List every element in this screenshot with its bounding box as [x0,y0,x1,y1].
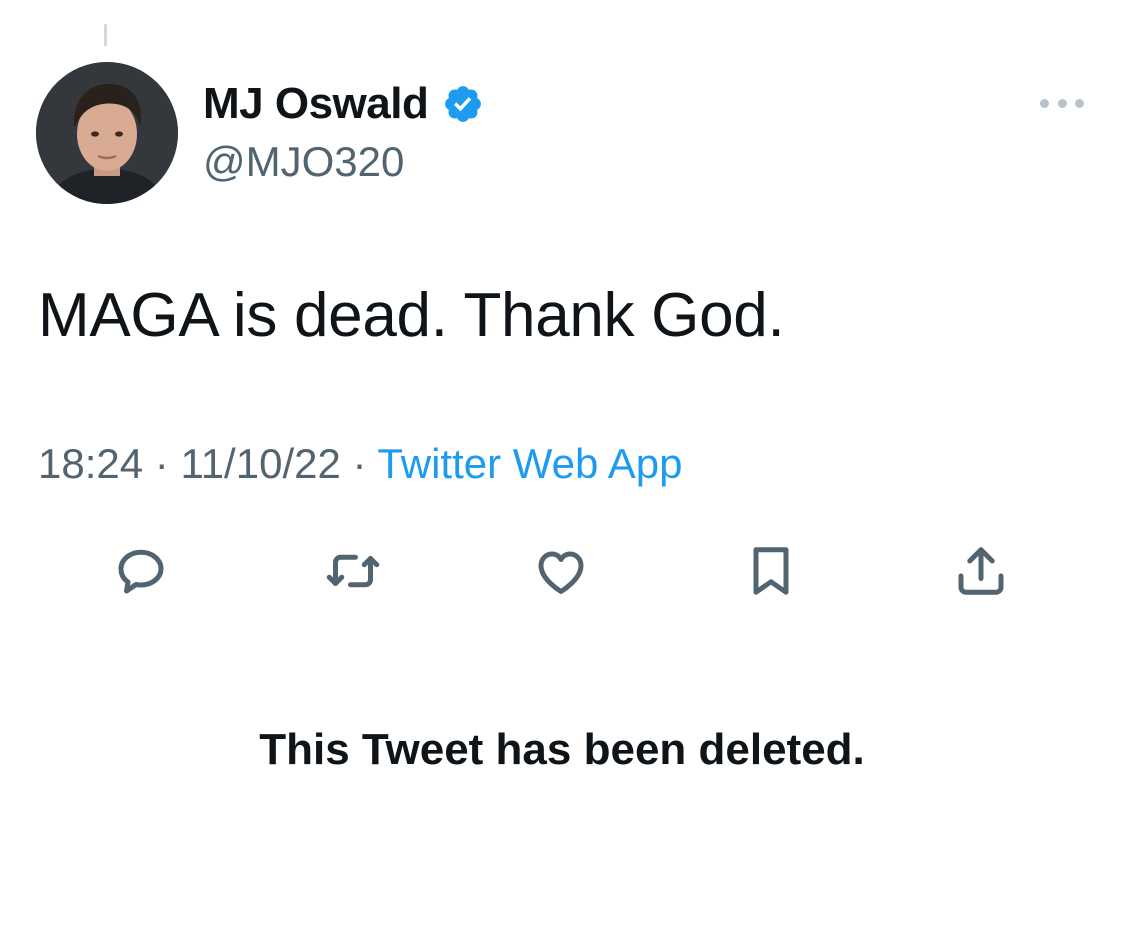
deleted-tweet-notice: This Tweet has been deleted. [259,725,865,774]
like-icon[interactable] [530,540,592,602]
thread-connector-line [104,24,107,46]
author-handle[interactable]: @MJO320 [203,136,404,188]
tweet-source[interactable]: Twitter Web App [377,440,682,487]
meta-separator: · [352,440,367,487]
author-name-row[interactable]: MJ Oswald [203,78,484,130]
more-icon[interactable] [1040,92,1084,114]
avatar-photo [36,62,178,204]
reply-icon[interactable] [110,540,172,602]
avatar[interactable] [36,62,178,204]
tweet-text: MAGA is dead. Thank God. [38,281,785,350]
tweet-metadata: 18:24 · 11/10/22 · Twitter Web App [38,436,682,492]
tweet-time[interactable]: 18:24 [38,440,143,487]
share-icon[interactable] [950,540,1012,602]
retweet-icon[interactable] [322,540,384,602]
meta-separator: · [154,440,169,487]
tweet-date[interactable]: 11/10/22 [180,440,340,487]
verified-badge-icon [442,83,484,125]
author-display-name[interactable]: MJ Oswald [203,78,429,130]
bookmark-icon[interactable] [740,540,802,602]
